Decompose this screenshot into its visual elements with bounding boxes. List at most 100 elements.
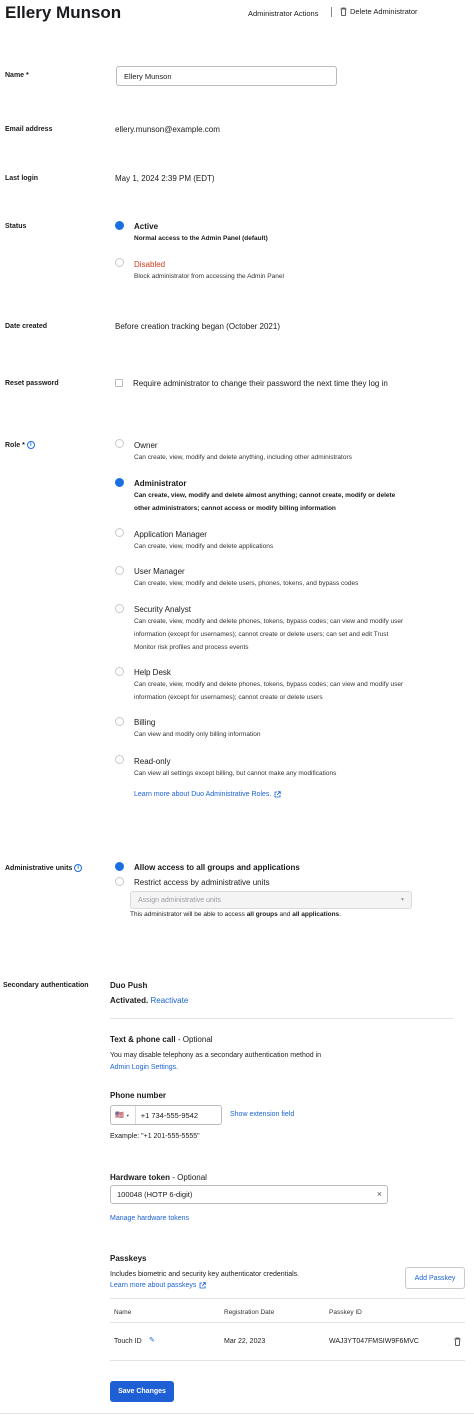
passkeys-desc: Includes biometric and security key auth… (110, 1271, 300, 1278)
passkeys-title: Passkeys (110, 1254, 147, 1263)
clear-icon[interactable]: × (377, 1189, 382, 1199)
role-desc-read-only: Can view all settings except billing, bu… (134, 770, 337, 777)
manage-hardware-tokens-link[interactable]: Manage hardware tokens (110, 1215, 189, 1222)
phone-example: Example: "+1 201-555-5555" (110, 1133, 200, 1140)
learn-more-roles-link[interactable]: Learn more about Duo Administrative Role… (134, 791, 282, 798)
hardware-token-heading: Hardware token - Optional (110, 1173, 207, 1182)
role-desc-owner: Can create, view, modify and delete anyt… (134, 454, 352, 461)
status-disabled-title: Disabled (134, 260, 166, 269)
duo-push-status: Activated. Reactivate (110, 996, 188, 1005)
save-changes-button[interactable]: Save Changes (110, 1381, 174, 1402)
status-disabled-desc: Block administrator from accessing the A… (134, 273, 284, 280)
role-desc-help-desk-2: information (except for usernames); cann… (134, 694, 323, 701)
passkeys-col-id: Passkey ID (329, 1309, 362, 1316)
role-title-application-manager: Application Manager (134, 530, 207, 539)
role-radio-billing[interactable] (115, 717, 124, 726)
role-desc-user-manager: Can create, view, modify and delete user… (134, 580, 359, 587)
text-phone-heading: Text & phone call - Optional (110, 1035, 213, 1044)
passkey-date: Mar 22, 2023 (224, 1338, 266, 1345)
admin-units-label-wrap: Administrative units i (5, 864, 83, 872)
reset-password-checkbox[interactable] (115, 379, 123, 387)
passkeys-col-name: Name (114, 1309, 132, 1316)
country-select[interactable]: 🇺🇸 ▼ (115, 1106, 136, 1124)
hardware-token-value: 100048 (HOTP 6-digit) (117, 1190, 193, 1199)
role-radio-application-manager[interactable] (115, 528, 124, 537)
role-title-read-only: Read-only (134, 757, 171, 766)
header-divider (331, 7, 332, 17)
divider (0, 1413, 474, 1414)
role-desc-administrator-1: Can create, view, modify and delete almo… (134, 492, 396, 499)
table-row: Touch ID ✎ Mar 22, 2023 WAJ3YT047FMSIW9F… (110, 1323, 465, 1359)
name-input[interactable]: Ellery Munson (116, 66, 337, 86)
role-desc-security-analyst-1: Can create, view, modify and delete phon… (134, 618, 404, 625)
hardware-token-select[interactable]: 100048 (HOTP 6-digit) × (110, 1185, 388, 1204)
learn-more-passkeys-label: Learn more about passkeys (110, 1282, 197, 1289)
trash-icon (340, 7, 347, 16)
delete-administrator-button[interactable]: Delete Administrator (340, 7, 418, 16)
role-radio-user-manager[interactable] (115, 566, 124, 575)
save-changes-label: Save Changes (118, 1388, 166, 1395)
edit-icon[interactable]: ✎ (149, 1336, 155, 1344)
role-title-help-desk: Help Desk (134, 668, 171, 677)
divider (110, 1360, 465, 1361)
status-disabled-radio[interactable] (115, 258, 124, 267)
info-icon[interactable]: i (26, 441, 35, 449)
text-phone-optional: - Optional (175, 1035, 213, 1044)
external-link-icon (274, 791, 282, 798)
admin-units-all-radio[interactable] (115, 862, 124, 871)
learn-more-passkeys-link[interactable]: Learn more about passkeys (110, 1282, 207, 1289)
admin-units-all-label: Allow access to all groups and applicati… (134, 863, 300, 872)
delete-administrator-label: Delete Administrator (350, 7, 418, 16)
status-active-desc: Normal access to the Admin Panel (defaul… (134, 235, 268, 242)
status-label: Status (5, 223, 27, 230)
hardware-token-optional: - Optional (170, 1173, 207, 1182)
telephony-note-end: . (176, 1064, 179, 1071)
status-active-radio[interactable] (115, 221, 124, 230)
role-title-owner: Owner (134, 441, 158, 450)
admin-units-note-mid: and (277, 911, 293, 918)
reactivate-link[interactable]: Reactivate (150, 996, 188, 1005)
phone-number-value: +1 734-555-9542 (140, 1110, 199, 1120)
chevron-down-icon: ▼ (125, 1112, 130, 1118)
show-extension-link[interactable]: Show extension field (230, 1111, 294, 1118)
admin-units-select: Assign administrative units ▼ (130, 891, 412, 909)
page-title: Ellery Munson (5, 3, 122, 22)
role-radio-administrator[interactable] (115, 478, 124, 487)
reset-password-checkbox-label: Require administrator to change their pa… (133, 379, 388, 388)
role-title-administrator: Administrator (134, 479, 187, 488)
us-flag-icon: 🇺🇸 (115, 1112, 124, 1119)
add-passkey-button[interactable]: Add Passkey (405, 1267, 465, 1289)
hardware-token-title: Hardware token (110, 1173, 171, 1182)
role-title-user-manager: User Manager (134, 567, 185, 576)
divider (110, 1018, 453, 1019)
admin-units-note-prefix: This administrator will be able to acces… (130, 911, 247, 918)
admin-login-settings-link[interactable]: Admin Login Settings (110, 1064, 176, 1071)
add-passkey-label: Add Passkey (414, 1274, 456, 1282)
trash-icon[interactable] (454, 1337, 461, 1346)
admin-units-label: Administrative units (5, 864, 73, 872)
info-icon[interactable]: i (74, 864, 83, 872)
role-radio-read-only[interactable] (115, 755, 124, 764)
admin-units-note: This administrator will be able to acces… (130, 911, 341, 918)
last-login-value: May 1, 2024 2:39 PM (EDT) (115, 174, 215, 183)
admin-units-restrict-radio[interactable] (115, 877, 124, 886)
role-radio-help-desk[interactable] (115, 667, 124, 676)
role-desc-security-analyst-2: information (except for usernames); cann… (134, 631, 389, 638)
role-label: Role * (5, 441, 25, 449)
date-created-value: Before creation tracking began (October … (115, 322, 280, 331)
name-input-value: Ellery Munson (124, 71, 172, 81)
role-radio-owner[interactable] (115, 439, 124, 448)
admin-units-note-suffix: . (339, 911, 341, 918)
name-label: Name * (5, 72, 29, 79)
passkey-name: Touch ID (114, 1338, 142, 1345)
email-value: ellery.munson@example.com (115, 125, 220, 134)
duo-push-title: Duo Push (110, 981, 148, 990)
role-title-security-analyst: Security Analyst (134, 605, 191, 614)
role-desc-help-desk-1: Can create, view, modify and delete phon… (134, 681, 404, 688)
role-title-billing: Billing (134, 718, 156, 727)
role-desc-security-analyst-3: Monitor risk profiles and process events (134, 644, 249, 651)
phone-number-field[interactable]: 🇺🇸 ▼ +1 734-555-9542 (110, 1105, 222, 1125)
last-login-label: Last login (5, 175, 39, 182)
role-radio-security-analyst[interactable] (115, 604, 124, 613)
administrator-actions-button[interactable]: Administrator Actions (248, 9, 318, 18)
